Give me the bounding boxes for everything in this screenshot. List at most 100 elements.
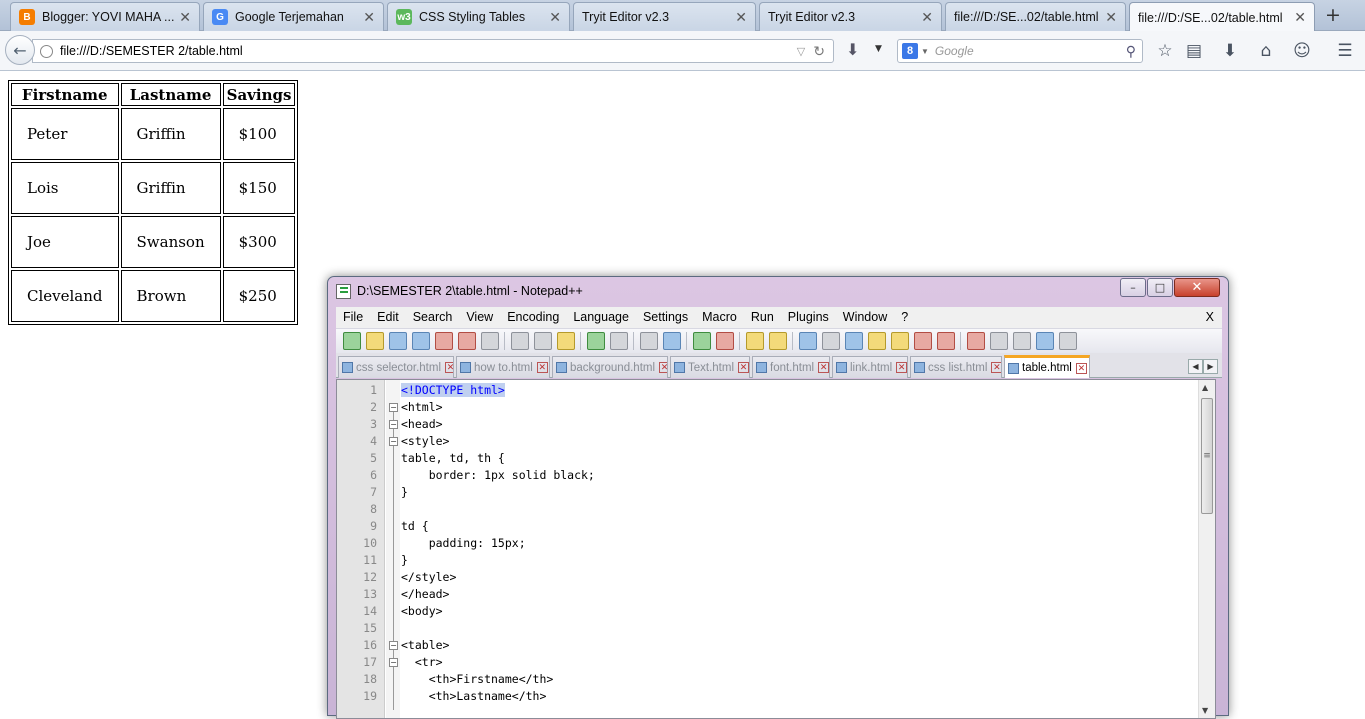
dropdown-icon[interactable]: ▽ (797, 45, 805, 58)
minimize-button[interactable]: – (1120, 278, 1146, 297)
replace-icon[interactable] (662, 332, 681, 350)
browser-tab-blogger[interactable]: B Blogger: YOVI MAHA ... ✕ (10, 2, 200, 31)
close-icon[interactable]: ✕ (921, 9, 933, 26)
url-bar[interactable]: file:///D:/SEMESTER 2/table.html ▽ ↻ (32, 39, 834, 63)
chevron-down-icon[interactable]: ▼ (921, 47, 929, 56)
close-icon[interactable]: ✕ (179, 9, 191, 26)
menu-help[interactable]: ? (894, 307, 915, 328)
window-titlebar[interactable]: D:\SEMESTER 2\table.html - Notepad++ (328, 277, 1228, 305)
save-all-icon[interactable] (411, 332, 430, 350)
close-icon[interactable]: ✕ (536, 362, 548, 373)
file-tab-link[interactable]: link.html ✕ (832, 356, 908, 378)
reload-icon[interactable]: ↻ (813, 43, 825, 60)
sync-horizontal-icon[interactable] (768, 332, 787, 350)
browser-tab-css-styling[interactable]: w3 CSS Styling Tables ✕ (387, 2, 570, 31)
file-tab-css-selector[interactable]: css selector.html ✕ (338, 356, 454, 378)
close-icon[interactable]: ✕ (445, 362, 453, 373)
file-tab-css-list[interactable]: css list.html ✕ (910, 356, 1002, 378)
search-bar[interactable]: 8 ▼ Google ⚲ (897, 39, 1143, 63)
save-icon[interactable] (388, 332, 407, 350)
browser-tab-google-translate[interactable]: G Google Terjemahan ✕ (203, 2, 384, 31)
close-icon[interactable]: ✕ (549, 9, 561, 26)
folder-workspace-icon[interactable] (936, 332, 955, 350)
vertical-scrollbar[interactable]: ▲ ≡ ▼ (1198, 380, 1215, 718)
scroll-down-icon[interactable]: ▼ (1202, 706, 1208, 715)
new-file-icon[interactable] (342, 332, 361, 350)
google-search-engine-icon[interactable]: 8 (902, 43, 918, 59)
close-all-icon[interactable] (457, 332, 476, 350)
scrollbar-thumb[interactable]: ≡ (1201, 398, 1213, 514)
zoom-in-icon[interactable] (692, 332, 711, 350)
download-icon[interactable]: ⬇ (846, 40, 859, 59)
fold-toggle-icon[interactable]: − (389, 420, 398, 429)
downloads-icon[interactable]: ⬇ (1218, 39, 1242, 63)
close-file-icon[interactable] (434, 332, 453, 350)
menu-encoding[interactable]: Encoding (500, 307, 566, 328)
cut-icon[interactable] (510, 332, 529, 350)
file-tab-font[interactable]: font.html ✕ (752, 356, 830, 378)
smiley-feedback-icon[interactable]: ☺ (1290, 39, 1314, 63)
user-language-icon[interactable] (867, 332, 886, 350)
macro-run-multiple-icon[interactable] (1035, 332, 1054, 350)
function-list-icon[interactable] (913, 332, 932, 350)
fold-toggle-icon[interactable]: − (389, 641, 398, 650)
sync-vertical-icon[interactable] (745, 332, 764, 350)
menu-language[interactable]: Language (566, 307, 636, 328)
url-text[interactable]: file:///D:/SEMESTER 2/table.html (60, 44, 797, 58)
menu-window[interactable]: Window (836, 307, 894, 328)
browser-tab-file-active[interactable]: file:///D:/SE...02/table.html ✕ (1129, 2, 1315, 32)
scroll-up-icon[interactable]: ▲ (1202, 383, 1208, 392)
menu-edit[interactable]: Edit (370, 307, 406, 328)
menu-settings[interactable]: Settings (636, 307, 695, 328)
menu-view[interactable]: View (459, 307, 500, 328)
menu-run[interactable]: Run (744, 307, 781, 328)
word-wrap-icon[interactable] (798, 332, 817, 350)
browser-tab-tryit-2[interactable]: Tryit Editor v2.3 ✕ (759, 2, 942, 31)
show-all-characters-icon[interactable] (821, 332, 840, 350)
close-icon[interactable]: ✕ (1075, 362, 1087, 374)
file-tab-text[interactable]: Text.html ✕ (670, 356, 750, 378)
macro-save-icon[interactable] (1058, 332, 1077, 350)
search-icon[interactable]: ⚲ (1126, 43, 1136, 60)
fold-toggle-icon[interactable]: − (389, 437, 398, 446)
fold-toggle-icon[interactable]: − (389, 658, 398, 667)
menu-search[interactable]: Search (406, 307, 460, 328)
close-icon[interactable]: ✕ (818, 362, 829, 373)
find-icon[interactable] (639, 332, 658, 350)
paste-icon[interactable] (556, 332, 575, 350)
macro-play-icon[interactable] (1012, 332, 1031, 350)
close-icon[interactable]: ✕ (1105, 9, 1117, 26)
browser-tab-file-1[interactable]: file:///D:/SE...02/table.html ✕ (945, 2, 1126, 31)
code-editor[interactable]: 1 2 3 4 5 6 7 8 9 10 11 12 13 14 15 16 1… (336, 379, 1216, 719)
fold-toggle-icon[interactable]: − (389, 403, 398, 412)
print-icon[interactable] (480, 332, 499, 350)
menu-file[interactable]: File (336, 307, 370, 328)
back-button[interactable]: ← (5, 35, 35, 65)
bookmarks-list-icon[interactable]: ▤ (1182, 39, 1206, 63)
file-tab-table-active[interactable]: table.html ✕ (1004, 355, 1090, 378)
macro-stop-icon[interactable] (989, 332, 1008, 350)
home-icon[interactable]: ⌂ (1254, 39, 1278, 63)
menu-icon[interactable]: ☰ (1333, 39, 1357, 63)
maximize-button[interactable]: □ (1147, 278, 1173, 297)
indent-guide-icon[interactable] (844, 332, 863, 350)
close-icon[interactable]: ✕ (735, 9, 747, 26)
macro-record-icon[interactable] (966, 332, 985, 350)
menu-macro[interactable]: Macro (695, 307, 744, 328)
bookmark-star-icon[interactable]: ☆ (1153, 39, 1177, 63)
document-map-icon[interactable] (890, 332, 909, 350)
open-file-icon[interactable] (365, 332, 384, 350)
zoom-out-icon[interactable] (715, 332, 734, 350)
browser-tab-tryit-1[interactable]: Tryit Editor v2.3 ✕ (573, 2, 756, 31)
file-tab-background[interactable]: background.html ✕ (552, 356, 668, 378)
close-document-button[interactable]: X (1206, 307, 1214, 328)
redo-icon[interactable] (609, 332, 628, 350)
close-icon[interactable]: ✕ (659, 362, 667, 373)
close-icon[interactable]: ✕ (363, 9, 375, 26)
menu-plugins[interactable]: Plugins (781, 307, 836, 328)
tab-scroll-right-icon[interactable]: ▶ (1203, 359, 1218, 374)
close-window-button[interactable]: ✕ (1174, 278, 1220, 297)
tab-scroll-left-icon[interactable]: ◀ (1188, 359, 1203, 374)
close-icon[interactable]: ✕ (1294, 9, 1306, 26)
close-icon[interactable]: ✕ (738, 362, 749, 373)
